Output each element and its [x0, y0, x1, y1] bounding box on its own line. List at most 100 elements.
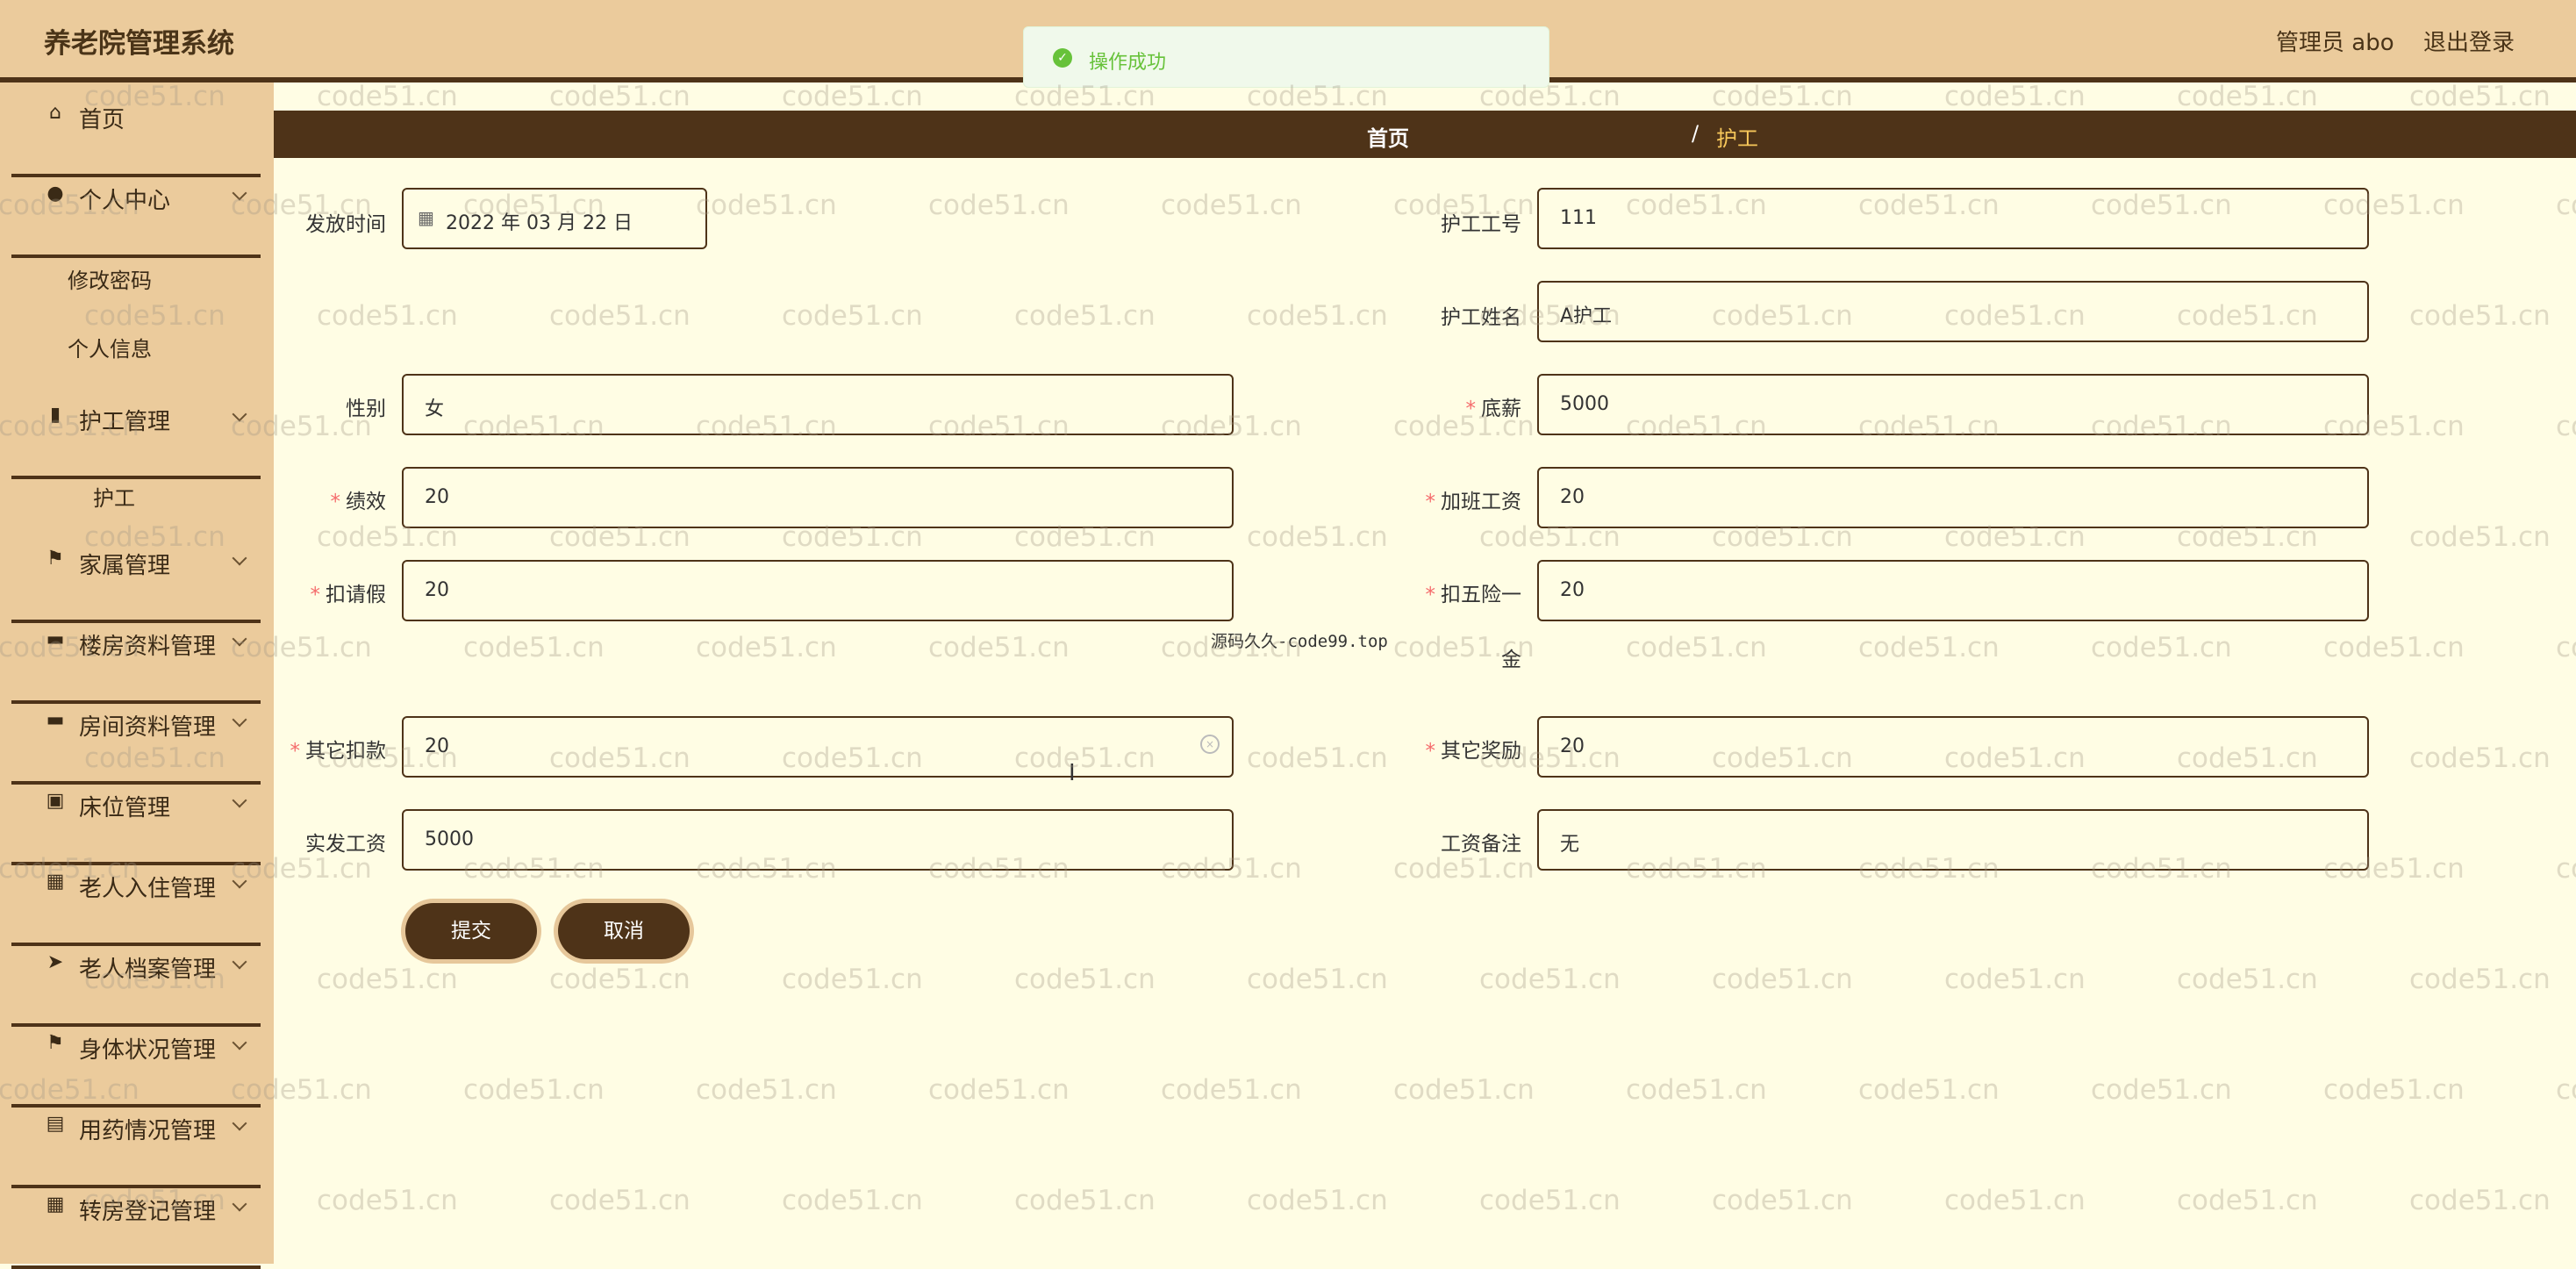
insurance-deduct-label-text: 扣五险一: [1441, 584, 1521, 606]
watermark-text: code51.cn: [2556, 190, 2576, 221]
worker-no-input[interactable]: 111: [1537, 188, 2369, 249]
breadcrumb-home[interactable]: 首页: [1367, 121, 1409, 152]
sidebar-item-label: 老人入住管理: [79, 876, 217, 902]
breadcrumb-current: 护工: [1716, 126, 1758, 151]
overtime-label: * 加班工资: [1404, 484, 1522, 514]
net-salary-input[interactable]: 5000: [402, 809, 1234, 871]
sidebar-item-building-management[interactable]: ▬ 楼房资料管理: [11, 628, 261, 704]
watermark-text: code51.cn: [1393, 1074, 1535, 1106]
base-salary-value: 5000: [1560, 393, 1609, 415]
success-toast: ✓ 操作成功: [1023, 26, 1549, 88]
watermark-text: code51.cn: [1712, 1185, 1853, 1216]
base-salary-input[interactable]: 5000: [1537, 374, 2369, 435]
chevron-down-icon: [232, 792, 247, 808]
current-user[interactable]: 管理员 abo: [2276, 25, 2394, 57]
sidebar-subitem-caregiver[interactable]: 护工: [93, 481, 135, 512]
worker-name-input[interactable]: A护工: [1537, 281, 2369, 342]
chevron-down-icon: [232, 1035, 247, 1050]
base-salary-label: * 底薪: [1404, 391, 1522, 421]
clear-icon[interactable]: ×: [1200, 735, 1220, 754]
center-watermark: 源码久久-code99.top: [1211, 632, 1388, 651]
watermark-text: code51.cn: [1858, 1074, 2000, 1106]
watermark-text: code51.cn: [317, 964, 458, 995]
sidebar-item-archive-management[interactable]: ➤ 老人档案管理: [11, 951, 261, 1027]
leave-deduct-label-text: 扣请假: [326, 584, 386, 606]
user-icon: ●: [47, 183, 64, 204]
watermark-text: code51.cn: [317, 1185, 458, 1216]
sidebar-item-room-management[interactable]: ▬ 房间资料管理: [11, 709, 261, 785]
worker-name-label: 护工姓名: [1441, 306, 1521, 329]
cancel-button[interactable]: 取消: [558, 903, 690, 959]
required-mark: *: [1425, 491, 1436, 513]
menu-divider: [11, 476, 261, 479]
watermark-text: code51.cn: [928, 632, 1070, 663]
app-title: 养老院管理系统: [44, 28, 234, 60]
other-bonus-label-text: 其它奖励: [1441, 740, 1521, 763]
watermark-text: code51.cn: [1479, 1185, 1621, 1216]
watermark-text: code51.cn: [1393, 853, 1535, 885]
sidebar-item-health-management[interactable]: ⚑ 身体状况管理: [11, 1032, 261, 1108]
sidebar-item-caregiver-management[interactable]: ▮ 护工管理: [11, 404, 261, 479]
performance-label-text: 绩效: [346, 491, 386, 513]
sidebar-item-label: 楼房资料管理: [79, 634, 217, 660]
insurance-deduct-input[interactable]: 20: [1537, 560, 2369, 621]
sidebar-item-bed-management[interactable]: ▣ 床位管理: [11, 790, 261, 865]
watermark-text: code51.cn: [2091, 1074, 2232, 1106]
watermark-text: code51.cn: [1014, 1185, 1156, 1216]
insurance-deduct-value: 20: [1560, 579, 1585, 601]
watermark-text: code51.cn: [2409, 81, 2551, 112]
sidebar-item-personal-center[interactable]: ● 个人中心: [11, 183, 261, 258]
required-mark: *: [1425, 740, 1436, 763]
leave-deduct-value: 20: [425, 579, 449, 601]
sidebar-item-label: 个人中心: [79, 188, 171, 214]
breadcrumb-separator: /: [1692, 121, 1699, 146]
sidebar-item-transfer-management[interactable]: ▦ 转房登记管理: [11, 1194, 261, 1269]
performance-value: 20: [425, 486, 449, 508]
gender-input[interactable]: 女: [402, 374, 1234, 435]
other-bonus-input[interactable]: 20: [1537, 716, 2369, 778]
watermark-text: code51.cn: [2177, 81, 2318, 112]
watermark-text: code51.cn: [1247, 964, 1388, 995]
required-mark: *: [290, 740, 301, 763]
watermark-text: code51.cn: [2409, 964, 2551, 995]
sidebar-item-family-management[interactable]: ⚑ 家属管理: [11, 548, 261, 623]
watermark-text: code51.cn: [1479, 964, 1621, 995]
watermark-text: code51.cn: [1626, 632, 1767, 663]
gender-label: 性别: [346, 398, 386, 420]
flag-icon: ⚑: [47, 1032, 64, 1054]
sidebar-subitem-change-password[interactable]: 修改密码: [68, 263, 152, 294]
watermark-text: code51.cn: [696, 632, 837, 663]
watermark-text: code51.cn: [317, 300, 458, 332]
menu-divider: [11, 1185, 261, 1188]
sidebar-item-medication-management[interactable]: ▤ 用药情况管理: [11, 1113, 261, 1188]
sidebar-subitem-personal-info[interactable]: 个人信息: [68, 332, 152, 362]
menu-divider: [11, 620, 261, 623]
watermark-text: code51.cn: [1858, 632, 2000, 663]
sidebar-item-label: 首页: [79, 107, 125, 133]
watermark-text: code51.cn: [1161, 1074, 1302, 1106]
remark-input[interactable]: 无: [1537, 809, 2369, 871]
submit-button[interactable]: 提交: [405, 903, 537, 959]
watermark-text: code51.cn: [2409, 300, 2551, 332]
leave-deduct-input[interactable]: 20: [402, 560, 1234, 621]
gender-value: 女: [425, 398, 445, 420]
sidebar-item-home[interactable]: ⌂ 首页: [11, 102, 261, 177]
watermark-text: code51.cn: [2177, 964, 2318, 995]
insurance-deduct-label: * 扣五险一: [1404, 577, 1522, 607]
watermark-text: code51.cn: [2177, 1185, 2318, 1216]
required-mark: *: [1425, 584, 1436, 606]
breadcrumb: 首页 / 护工: [274, 111, 2576, 158]
sidebar-item-checkin-management[interactable]: ▦ 老人入住管理: [11, 871, 261, 946]
logout-link[interactable]: 退出登录: [2423, 25, 2515, 57]
performance-input[interactable]: 20: [402, 467, 1234, 528]
issue-date-picker[interactable]: ▦ 2022 年 03 月 22 日: [402, 188, 707, 249]
chevron-down-icon: [232, 712, 247, 728]
base-salary-label-text: 底薪: [1481, 398, 1521, 420]
menu-divider: [11, 255, 261, 258]
watermark-text: code51.cn: [463, 632, 605, 663]
check-circle-icon: ✓: [1053, 48, 1072, 68]
other-deduct-input[interactable]: 20 ×: [402, 716, 1234, 778]
overtime-label-text: 加班工资: [1441, 491, 1521, 513]
issue-date-label: 发放时间: [305, 213, 386, 236]
overtime-input[interactable]: 20: [1537, 467, 2369, 528]
